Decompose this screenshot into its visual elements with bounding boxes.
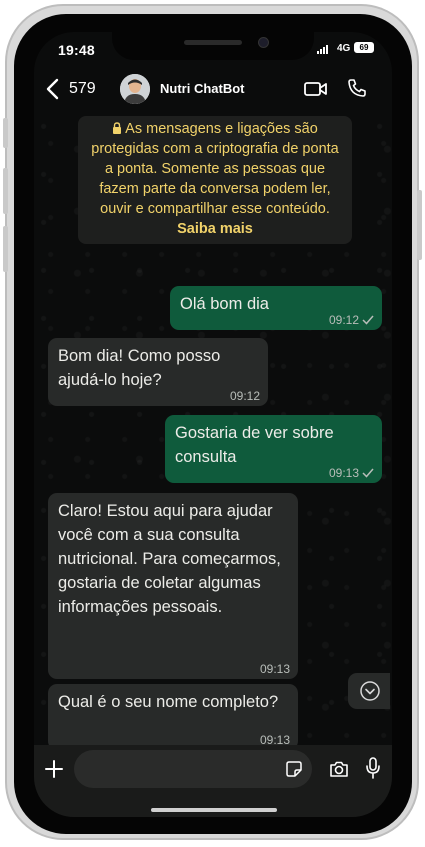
sticker-icon[interactable] xyxy=(286,761,302,777)
message-text: Qual é o seu nome completo? xyxy=(58,693,279,711)
home-indicator[interactable] xyxy=(151,808,277,812)
message-bubble-incoming[interactable]: Qual é o seu nome completo? 09:13 xyxy=(48,684,298,745)
silent-switch xyxy=(3,118,8,148)
message-input[interactable] xyxy=(74,750,312,788)
volume-up-button xyxy=(3,168,8,214)
message-text: Gostaria de ver sobre consulta xyxy=(175,424,334,466)
phone-call-icon[interactable] xyxy=(347,78,367,98)
input-bar xyxy=(34,745,392,817)
notch xyxy=(112,32,314,60)
message-time: 09:12 xyxy=(229,389,260,403)
message-bubble-incoming[interactable]: Claro! Estou aqui para ajudar você com a… xyxy=(48,493,298,679)
video-call-icon[interactable] xyxy=(304,80,328,98)
chat-header: 579 Nutri ChatBot xyxy=(34,66,392,112)
network-type: 4G xyxy=(337,43,351,54)
battery-icon: 69 xyxy=(354,42,374,53)
chevron-down-icon xyxy=(360,681,380,701)
message-text: Bom dia! Como posso ajudá-lo hoje? xyxy=(58,347,221,389)
message-text: Olá bom dia xyxy=(180,295,269,313)
message-time: 09:13 xyxy=(259,733,290,745)
encryption-notice[interactable]: As mensagens e ligações são protegidas c… xyxy=(78,116,352,244)
message-bubble-incoming[interactable]: Bom dia! Como posso ajudá-lo hoje? 09:12 xyxy=(48,338,268,406)
lock-icon xyxy=(113,122,122,134)
check-icon xyxy=(362,315,374,325)
check-icon xyxy=(362,468,374,478)
phone-screen: 19:48 4G 69 579 Nutri ChatBot As mensage… xyxy=(34,32,392,817)
message-text: Claro! Estou aqui para ajudar você com a… xyxy=(58,502,281,616)
message-time: 09:12 xyxy=(328,313,359,327)
avatar[interactable] xyxy=(120,74,150,104)
speaker xyxy=(184,40,242,45)
scroll-down-button[interactable] xyxy=(348,673,390,709)
chevron-left-icon[interactable] xyxy=(44,78,62,100)
power-button xyxy=(417,190,422,260)
contact-name[interactable]: Nutri ChatBot xyxy=(160,81,245,96)
front-camera xyxy=(258,37,269,48)
signal-icon xyxy=(317,45,328,54)
encryption-notice-text: As mensagens e ligações são protegidas c… xyxy=(91,121,339,217)
message-bubble-outgoing[interactable]: Gostaria de ver sobre consulta 09:13 xyxy=(165,415,382,483)
microphone-icon[interactable] xyxy=(366,757,380,779)
status-time: 19:48 xyxy=(58,42,95,58)
learn-more-link[interactable]: Saiba mais xyxy=(86,219,344,239)
message-time: 09:13 xyxy=(259,662,290,676)
message-bubble-outgoing[interactable]: Olá bom dia 09:12 xyxy=(170,286,382,330)
unread-count[interactable]: 579 xyxy=(69,80,96,98)
message-time: 09:13 xyxy=(328,466,359,480)
chat-area[interactable]: As mensagens e ligações são protegidas c… xyxy=(34,112,392,745)
volume-down-button xyxy=(3,226,8,272)
camera-icon[interactable] xyxy=(329,760,349,778)
plus-icon[interactable] xyxy=(44,759,64,779)
